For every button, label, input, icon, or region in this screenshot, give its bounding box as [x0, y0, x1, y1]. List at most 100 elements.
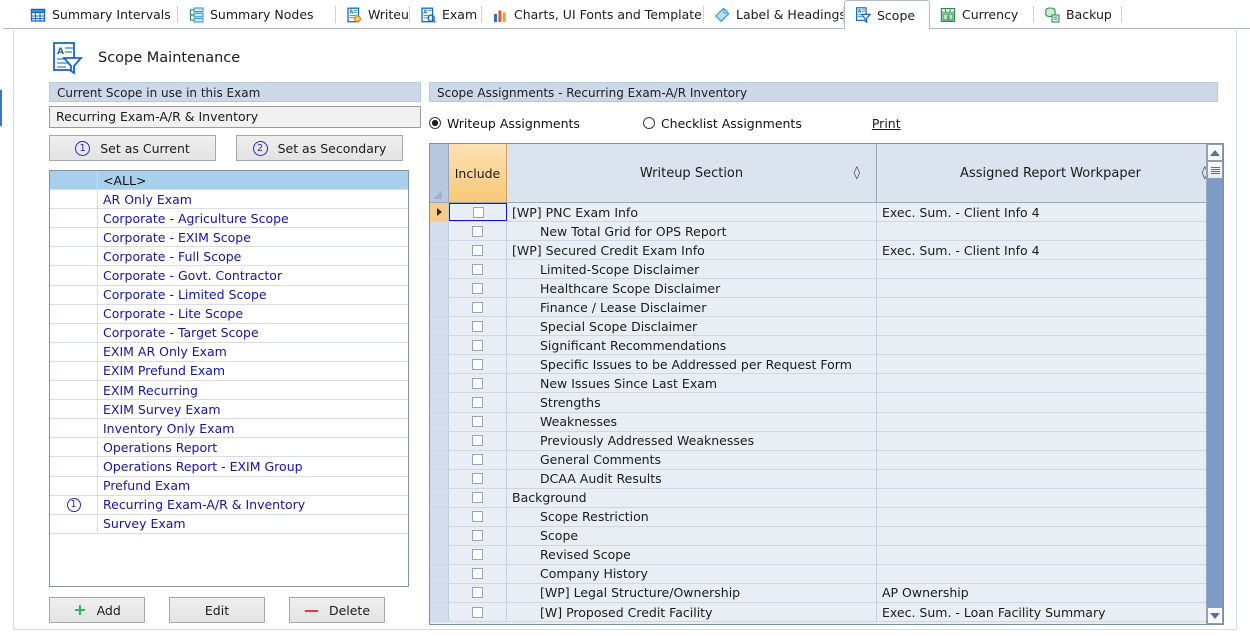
- include-checkbox[interactable]: [472, 549, 483, 560]
- row-indicator-cell[interactable]: [430, 489, 449, 507]
- writeup-section-cell[interactable]: [WP] Legal Structure/Ownership: [507, 584, 877, 602]
- include-checkbox-cell[interactable]: [449, 241, 507, 259]
- writeup-section-cell[interactable]: [WP] Secured Credit Exam Info: [507, 241, 877, 259]
- include-checkbox-cell[interactable]: [449, 260, 507, 278]
- column-header-writeup-section[interactable]: Writeup Section ◊: [507, 144, 877, 202]
- table-row[interactable]: Significant Recommendations: [430, 336, 1206, 355]
- list-item[interactable]: AR Only Exam: [50, 190, 408, 209]
- include-checkbox[interactable]: [472, 302, 483, 313]
- include-checkbox-cell[interactable]: [449, 203, 507, 221]
- include-checkbox-cell[interactable]: [449, 508, 507, 526]
- list-item[interactable]: EXIM Survey Exam: [50, 400, 408, 419]
- row-indicator-cell[interactable]: [430, 413, 449, 431]
- list-item[interactable]: Corporate - Lite Scope: [50, 305, 408, 324]
- column-header-assigned-workpaper[interactable]: Assigned Report Workpaper ◊: [877, 144, 1224, 202]
- row-indicator-cell[interactable]: [430, 203, 449, 221]
- assigned-workpaper-cell[interactable]: [877, 413, 1206, 431]
- table-row[interactable]: New Issues Since Last Exam: [430, 374, 1206, 393]
- tab-backup[interactable]: Backup: [1034, 0, 1122, 29]
- table-row[interactable]: Revised Scope: [430, 546, 1206, 565]
- scope-list-grid[interactable]: <ALL>AR Only ExamCorporate - Agriculture…: [49, 170, 409, 587]
- writeup-section-cell[interactable]: Limited-Scope Disclaimer: [507, 260, 877, 278]
- assigned-workpaper-cell[interactable]: [877, 260, 1206, 278]
- row-indicator-cell[interactable]: [430, 355, 449, 373]
- include-checkbox-cell[interactable]: [449, 298, 507, 316]
- tab-exam[interactable]: AExam: [410, 0, 482, 29]
- row-indicator-cell[interactable]: [430, 508, 449, 526]
- scrollbar-thumb[interactable]: [1207, 161, 1223, 179]
- include-checkbox[interactable]: [472, 473, 483, 484]
- list-item[interactable]: Operations Report: [50, 438, 408, 457]
- row-indicator-cell[interactable]: [430, 603, 449, 621]
- include-checkbox-cell[interactable]: [449, 584, 507, 602]
- row-indicator-cell[interactable]: [430, 584, 449, 602]
- assigned-workpaper-cell[interactable]: [877, 489, 1206, 507]
- table-row[interactable]: General Comments: [430, 451, 1206, 470]
- table-row[interactable]: [W] Proposed Credit FacilityExec. Sum. -…: [430, 603, 1206, 622]
- writeup-section-cell[interactable]: Finance / Lease Disclaimer: [507, 298, 877, 316]
- assigned-workpaper-cell[interactable]: [877, 336, 1206, 354]
- table-row[interactable]: Strengths: [430, 393, 1206, 412]
- include-checkbox[interactable]: [472, 378, 483, 389]
- assigned-workpaper-cell[interactable]: [877, 470, 1206, 488]
- assigned-workpaper-cell[interactable]: Exec. Sum. - Client Info 4: [877, 203, 1206, 221]
- row-indicator-cell[interactable]: [430, 451, 449, 469]
- list-item[interactable]: Corporate - Agriculture Scope: [50, 209, 408, 228]
- list-item[interactable]: Survey Exam: [50, 515, 408, 534]
- table-row[interactable]: Special Scope Disclaimer: [430, 317, 1206, 336]
- assigned-workpaper-cell[interactable]: [877, 317, 1206, 335]
- assigned-workpaper-cell[interactable]: [877, 393, 1206, 411]
- include-checkbox-cell[interactable]: [449, 222, 507, 240]
- include-checkbox-cell[interactable]: [449, 565, 507, 583]
- assigned-workpaper-cell[interactable]: [877, 374, 1206, 392]
- table-row[interactable]: Scope Restriction: [430, 508, 1206, 527]
- writeup-section-cell[interactable]: Healthcare Scope Disclaimer: [507, 279, 877, 297]
- print-link[interactable]: Print: [872, 116, 901, 131]
- include-checkbox[interactable]: [472, 492, 483, 503]
- include-checkbox-cell[interactable]: [449, 603, 507, 621]
- table-row[interactable]: [WP] PNC Exam InfoExec. Sum. - Client In…: [430, 203, 1206, 222]
- assigned-workpaper-cell[interactable]: [877, 451, 1206, 469]
- edit-button[interactable]: Edit: [169, 597, 265, 623]
- add-button[interactable]: + Add: [49, 597, 145, 623]
- row-indicator-cell[interactable]: [430, 317, 449, 335]
- row-indicator-cell[interactable]: [430, 336, 449, 354]
- list-item[interactable]: EXIM AR Only Exam: [50, 343, 408, 362]
- assigned-workpaper-cell[interactable]: Exec. Sum. - Client Info 4: [877, 241, 1206, 259]
- include-checkbox[interactable]: [472, 264, 483, 275]
- tab-writeup[interactable]: AWriteup: [336, 0, 410, 29]
- list-item[interactable]: EXIM Prefund Exam: [50, 362, 408, 381]
- table-row[interactable]: New Total Grid for OPS Report: [430, 222, 1206, 241]
- list-item[interactable]: Corporate - Target Scope: [50, 324, 408, 343]
- assignments-grid-body[interactable]: [WP] PNC Exam InfoExec. Sum. - Client In…: [430, 203, 1206, 624]
- include-checkbox[interactable]: [472, 226, 483, 237]
- include-checkbox[interactable]: [472, 321, 483, 332]
- set-as-secondary-button[interactable]: 2 Set as Secondary: [236, 135, 403, 161]
- row-indicator-header[interactable]: [430, 144, 449, 202]
- assigned-workpaper-cell[interactable]: [877, 508, 1206, 526]
- row-indicator-cell[interactable]: [430, 374, 449, 392]
- writeup-section-cell[interactable]: Specific Issues to be Addressed per Requ…: [507, 355, 877, 373]
- include-checkbox-cell[interactable]: [449, 489, 507, 507]
- include-checkbox-cell[interactable]: [449, 546, 507, 564]
- include-checkbox-cell[interactable]: [449, 413, 507, 431]
- include-checkbox[interactable]: [472, 454, 483, 465]
- list-item[interactable]: Corporate - Govt. Contractor: [50, 266, 408, 285]
- row-indicator-cell[interactable]: [430, 565, 449, 583]
- list-item[interactable]: Corporate - Limited Scope: [50, 286, 408, 305]
- assigned-workpaper-cell[interactable]: [877, 546, 1206, 564]
- tab-currency[interactable]: $Currency: [930, 0, 1034, 29]
- set-as-current-button[interactable]: 1 Set as Current: [49, 135, 216, 161]
- table-row[interactable]: Weaknesses: [430, 413, 1206, 432]
- row-indicator-cell[interactable]: [430, 393, 449, 411]
- table-row[interactable]: Scope: [430, 527, 1206, 546]
- writeup-section-cell[interactable]: New Issues Since Last Exam: [507, 374, 877, 392]
- table-row[interactable]: Healthcare Scope Disclaimer: [430, 279, 1206, 298]
- writeup-section-cell[interactable]: [W] Proposed Credit Facility: [507, 603, 877, 621]
- include-checkbox[interactable]: [472, 340, 483, 351]
- row-indicator-cell[interactable]: [430, 298, 449, 316]
- scroll-down-button[interactable]: [1207, 607, 1223, 624]
- include-checkbox-cell[interactable]: [449, 470, 507, 488]
- list-item[interactable]: Inventory Only Exam: [50, 419, 408, 438]
- table-row[interactable]: Limited-Scope Disclaimer: [430, 260, 1206, 279]
